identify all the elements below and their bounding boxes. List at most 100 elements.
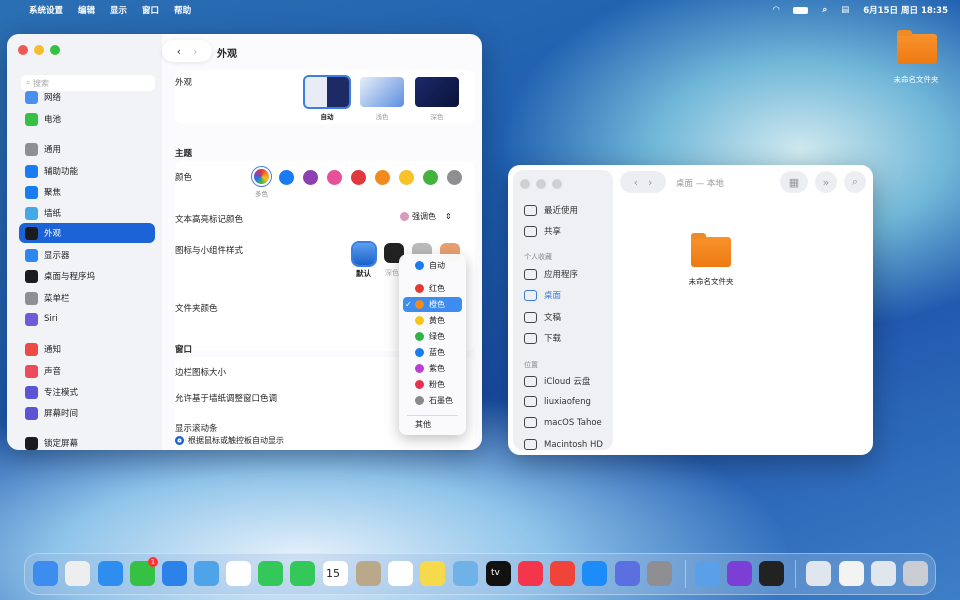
accent-color-2[interactable] xyxy=(327,170,342,185)
dock-app-icon-10[interactable] xyxy=(356,561,381,586)
menu-item-4[interactable]: 绿色 xyxy=(403,329,462,344)
back-button[interactable]: ‹ xyxy=(177,45,181,58)
finder-sidebar-item[interactable]: liuxiaofeng xyxy=(524,396,591,407)
sidebar-item-1[interactable]: 电池 xyxy=(19,109,155,129)
finder-folder-label[interactable]: 未命名文件夹 xyxy=(676,276,746,287)
menu-item-other[interactable]: 其他 xyxy=(403,417,462,432)
dock-app-icon-8[interactable] xyxy=(290,561,315,586)
appearance-option-0[interactable] xyxy=(305,77,349,107)
dock-app-icon-15[interactable] xyxy=(518,561,543,586)
finder-sidebar-item[interactable]: 桌面 xyxy=(524,289,561,301)
menu-item-5[interactable]: 蓝色 xyxy=(403,345,462,360)
sidebar-item-11[interactable]: 通知 xyxy=(19,339,155,359)
appearance-option-1[interactable] xyxy=(360,77,404,107)
accent-color-6[interactable] xyxy=(423,170,438,185)
search-icon[interactable]: ⌕ xyxy=(822,5,827,15)
dock-app-icon-18[interactable] xyxy=(615,561,640,586)
sidebar-item-6[interactable]: 外观 xyxy=(19,223,155,243)
dock-app-icon-2[interactable] xyxy=(98,561,123,586)
menu-item-2[interactable]: ✓ 橙色 xyxy=(403,297,462,312)
menu-app[interactable]: 系统设置 xyxy=(29,4,63,16)
sidebar-item-2[interactable]: 通用 xyxy=(19,139,155,159)
view-options-button[interactable]: ▦ xyxy=(780,171,808,193)
menu-item-8[interactable]: 石墨色 xyxy=(403,393,462,408)
dock-app-icon-20[interactable] xyxy=(695,561,720,586)
scrollbar-auto-radio[interactable]: 根据鼠标或触控板自动显示 xyxy=(175,435,284,446)
desktop-folder-label[interactable]: 未命名文件夹 xyxy=(880,74,952,85)
icon-style-default[interactable] xyxy=(353,243,375,265)
close-button[interactable] xyxy=(18,45,28,55)
sidebar-item-9[interactable]: 菜单栏 xyxy=(19,288,155,308)
dock-app-icon-1[interactable] xyxy=(65,561,90,586)
finder-sidebar-item[interactable]: 应用程序 xyxy=(524,268,578,280)
accent-color-5[interactable] xyxy=(399,170,414,185)
close-button[interactable] xyxy=(520,179,530,189)
dock-app-icon-22[interactable] xyxy=(759,561,784,586)
finder-folder-icon[interactable] xyxy=(691,233,731,267)
highlight-select[interactable]: 强调色 ⇕ xyxy=(400,211,452,222)
menu-window[interactable]: 窗口 xyxy=(142,4,159,16)
dock-app-icon-6[interactable] xyxy=(226,561,251,586)
sidebar-item-10[interactable]: Siri xyxy=(19,309,155,329)
dock-app-icon-21[interactable] xyxy=(727,561,752,586)
accent-multicolor[interactable] xyxy=(254,169,269,184)
sidebar-item-8[interactable]: 桌面与程序坞 xyxy=(19,266,155,286)
sidebar-item-15[interactable]: 锁定屏幕 xyxy=(19,433,155,450)
dock-app-icon-13[interactable] xyxy=(453,561,478,586)
finder-sidebar-item[interactable]: 文稿 xyxy=(524,311,561,323)
sidebar-item-0[interactable]: 网络 xyxy=(19,87,155,107)
sidebar-item-13[interactable]: 专注模式 xyxy=(19,382,155,402)
finder-sidebar-item[interactable]: 共享 xyxy=(524,225,561,237)
accent-color-3[interactable] xyxy=(351,170,366,185)
finder-sidebar-item[interactable]: 下载 xyxy=(524,332,561,344)
menu-date[interactable]: 6月15日 周日 xyxy=(863,6,918,16)
forward-button[interactable]: › xyxy=(648,176,652,189)
sidebar-item-7[interactable]: 显示器 xyxy=(19,245,155,265)
sidebar-item-14[interactable]: 屏幕时间 xyxy=(19,403,155,423)
minimize-button[interactable] xyxy=(536,179,546,189)
battery-icon[interactable] xyxy=(793,6,809,14)
more-button[interactable]: » xyxy=(815,171,837,193)
sidebar-item-12[interactable]: 声音 xyxy=(19,361,155,381)
finder-sidebar-item[interactable]: iCloud 云盘 xyxy=(524,375,590,387)
menu-item-7[interactable]: 粉色 xyxy=(403,377,462,392)
control-center-icon[interactable]: ▤ xyxy=(841,5,849,15)
dock-app-icon-26[interactable] xyxy=(903,561,928,586)
menu-item-3[interactable]: 黄色 xyxy=(403,313,462,328)
zoom-button[interactable] xyxy=(50,45,60,55)
dock-app-icon-0[interactable] xyxy=(33,561,58,586)
forward-button[interactable]: › xyxy=(193,45,197,58)
desktop-folder-icon[interactable] xyxy=(897,30,937,64)
dock-app-icon-16[interactable] xyxy=(550,561,575,586)
finder-sidebar-item[interactable]: 最近使用 xyxy=(524,204,578,216)
dock-app-icon-19[interactable] xyxy=(647,561,672,586)
accent-color-4[interactable] xyxy=(375,170,390,185)
menu-help[interactable]: 帮助 xyxy=(174,4,191,16)
dock-app-icon-11[interactable] xyxy=(388,561,413,586)
back-button[interactable]: ‹ xyxy=(634,176,638,189)
dock-app-icon-12[interactable] xyxy=(420,561,445,586)
search-button[interactable]: ⌕ xyxy=(844,171,866,193)
dock-app-icon-25[interactable] xyxy=(871,561,896,586)
appearance-option-2[interactable] xyxy=(415,77,459,107)
accent-color-7[interactable] xyxy=(447,170,462,185)
finder-sidebar-item[interactable]: macOS Tahoe xyxy=(524,417,602,428)
dock-app-icon-23[interactable] xyxy=(806,561,831,586)
sidebar-item-4[interactable]: 聚焦 xyxy=(19,182,155,202)
minimize-button[interactable] xyxy=(34,45,44,55)
zoom-button[interactable] xyxy=(552,179,562,189)
dock-app-icon-24[interactable] xyxy=(839,561,864,586)
menu-view[interactable]: 显示 xyxy=(110,4,127,16)
dock-app-icon-17[interactable] xyxy=(582,561,607,586)
dock-app-icon-5[interactable] xyxy=(194,561,219,586)
accent-color-0[interactable] xyxy=(279,170,294,185)
dock-app-icon-7[interactable] xyxy=(258,561,283,586)
menu-item-0[interactable]: 自动 xyxy=(403,258,462,273)
sidebar-item-3[interactable]: 辅助功能 xyxy=(19,161,155,181)
menu-time[interactable]: 18:35 xyxy=(921,6,948,16)
wifi-icon[interactable]: ◠ xyxy=(773,5,780,15)
menu-item-6[interactable]: 紫色 xyxy=(403,361,462,376)
sidebar-item-5[interactable]: 墙纸 xyxy=(19,203,155,223)
menu-item-1[interactable]: 红色 xyxy=(403,281,462,296)
menu-edit[interactable]: 编辑 xyxy=(78,4,95,16)
